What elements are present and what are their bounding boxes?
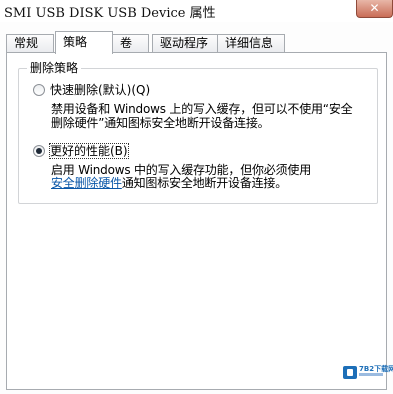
tab-policies[interactable]: 策略	[55, 31, 113, 54]
better-performance-description-line2: 安全删除硬件通知图标安全地断开设备连接。	[51, 176, 287, 190]
better-performance-radio[interactable]	[33, 145, 45, 157]
safely-remove-hardware-link[interactable]: 安全删除硬件	[51, 176, 122, 190]
watermark-underline	[359, 373, 383, 376]
tab-details[interactable]: 详细信息	[217, 34, 285, 53]
tab-driver[interactable]: 驱动程序	[152, 34, 218, 53]
quick-removal-description-line2: 删除硬件”通知图标安全地断开设备连接。	[51, 116, 270, 130]
tab-label: 策略	[63, 35, 88, 49]
tab-label: 详细信息	[225, 36, 274, 50]
watermark-text: 7B2下载网	[359, 365, 393, 373]
tab-strip: 常规 策略 卷 驱动程序 详细信息	[6, 31, 391, 54]
quick-removal-description-line1: 禁用设备和 Windows 上的写入缓存，但可以不使用“安全	[51, 102, 353, 116]
tab-volumes[interactable]: 卷	[112, 34, 149, 53]
tab-label: 常规	[14, 36, 39, 50]
description-rest: 通知图标安全地断开设备连接。	[121, 176, 288, 190]
window-title: SMI USB DISK USB Device 属性	[4, 6, 216, 21]
radio-selected-dot	[36, 148, 42, 154]
tab-label: 驱动程序	[160, 36, 209, 50]
quick-removal-label[interactable]: 快速删除(默认)(Q)	[50, 83, 150, 97]
title-bar: SMI USB DISK USB Device 属性 ✕	[0, 0, 393, 22]
site-watermark: 7B2下载网	[343, 364, 393, 382]
close-button[interactable]: ✕	[356, 0, 393, 18]
watermark-logo-icon	[343, 366, 357, 379]
tab-label: 卷	[120, 36, 133, 50]
close-icon: ✕	[369, 1, 380, 15]
tab-general[interactable]: 常规	[6, 34, 54, 53]
better-performance-description-line1: 启用 Windows 中的写入缓存功能，但你必须使用	[51, 163, 311, 177]
quick-removal-radio[interactable]	[33, 84, 45, 96]
better-performance-label[interactable]: 更好的性能(B)	[49, 143, 129, 159]
group-label: 删除策略	[27, 62, 82, 74]
